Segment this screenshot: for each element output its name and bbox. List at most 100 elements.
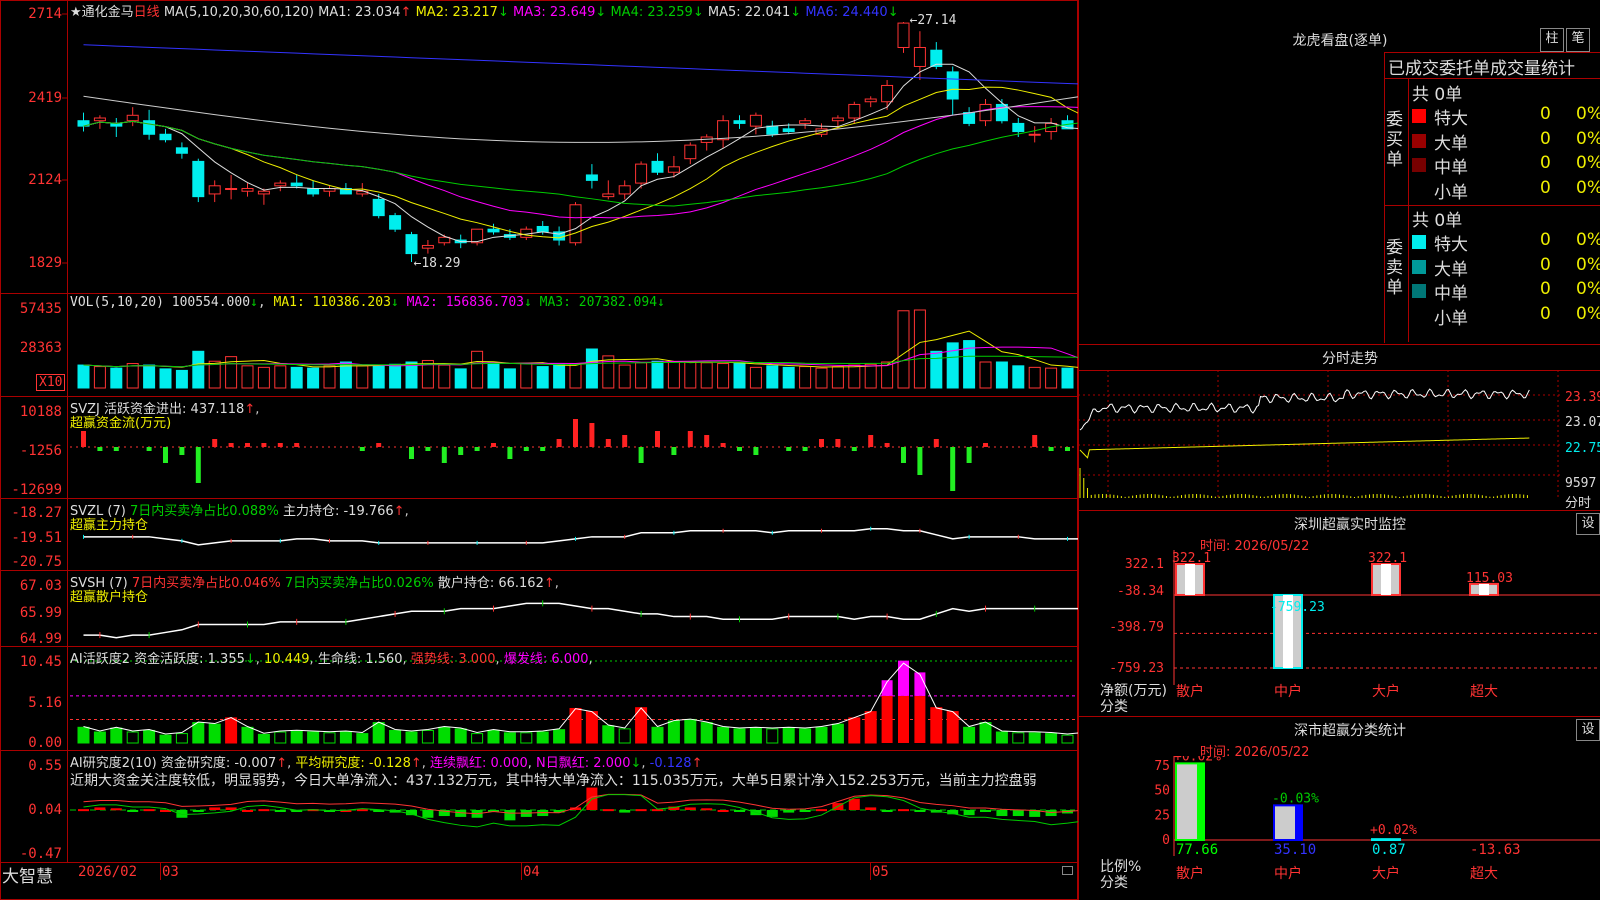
- svzj-bar: [671, 447, 677, 455]
- y-tick-label: -18.27: [11, 505, 62, 521]
- classify-change: +0.02%: [1370, 823, 1417, 838]
- svzj-bar: [638, 447, 644, 463]
- candle: [569, 204, 582, 244]
- candle: [1012, 122, 1025, 133]
- volume-bar: [717, 363, 730, 389]
- svzj-bar: [901, 447, 906, 463]
- classify-value: -13.63: [1470, 842, 1521, 858]
- order-percent: 0%: [1576, 279, 1600, 299]
- svzl-part2: 主力持仓: -19.766: [282, 504, 394, 519]
- candle: [257, 190, 270, 195]
- svzj-bar: [507, 447, 513, 459]
- classify-settings-button[interactable]: 设: [1576, 719, 1600, 741]
- svzj-bar: [146, 447, 152, 451]
- monitor-y-tick: -38.34: [1117, 584, 1164, 599]
- y-tick-label: 65.99: [19, 605, 62, 621]
- stock-name[interactable]: 通化金马: [82, 5, 134, 20]
- candle: [536, 225, 549, 233]
- ai-active-bar: [438, 726, 451, 744]
- candle: [733, 120, 746, 124]
- svzj-bar: [950, 447, 956, 491]
- bar-mode-button[interactable]: 柱: [1540, 28, 1564, 52]
- x-label-2: 04: [523, 864, 540, 880]
- sell-total: 共 0单: [1412, 211, 1463, 231]
- candle: [782, 128, 795, 133]
- classify-change: -0.03%: [1272, 791, 1319, 806]
- classify-y-tick: 50: [1154, 784, 1170, 799]
- ai-active-bar: [520, 732, 533, 744]
- ai-research-arrow2: ↑: [410, 756, 422, 771]
- tick-mode-button[interactable]: 笔: [1566, 28, 1590, 52]
- svzj-bar: [720, 443, 726, 447]
- ai-research-bar: [963, 810, 975, 816]
- volume-bar: [159, 368, 172, 389]
- candle: [717, 120, 730, 141]
- volume-bar: [733, 363, 746, 389]
- vol-value: 100554.000: [171, 295, 251, 310]
- ai-active-bar: [618, 728, 631, 744]
- ai-research-bar: [258, 809, 270, 812]
- volume-bar: [323, 365, 336, 389]
- svzj-bar: [261, 443, 267, 447]
- ma-legend-arrow: ↓: [790, 5, 802, 20]
- volume-bar: [700, 362, 713, 389]
- order-count: 0: [1540, 104, 1551, 124]
- volume-bar: [1028, 366, 1041, 389]
- y-tick-label: 2714: [28, 6, 62, 22]
- classify-category: 超大: [1470, 866, 1498, 882]
- candle: [274, 182, 287, 187]
- ai-research-arrow: ↑: [276, 756, 288, 771]
- candle: [963, 112, 976, 124]
- ai-active-bar: [815, 726, 828, 744]
- dragon-header: 已成交委托单成交量统计: [1388, 59, 1575, 79]
- svzj-bar: [1032, 435, 1038, 447]
- divider: [1408, 78, 1409, 342]
- sell-orders-label: 委卖单: [1386, 238, 1403, 298]
- svzj-bar: [884, 443, 890, 447]
- intraday-vol-unit: 分时: [1565, 496, 1592, 511]
- star-icon[interactable]: ★: [70, 5, 82, 20]
- order-type-label: 小单: [1434, 182, 1468, 203]
- candle: [749, 114, 762, 127]
- svzj-bar: [655, 431, 660, 447]
- svzj-bar: [819, 439, 824, 447]
- ma-legend: MA1: 23.034↑ MA2: 23.217↓ MA3: 23.649↓ M…: [318, 5, 898, 20]
- volume-bar: [126, 363, 139, 389]
- svzj-bar: [540, 447, 546, 451]
- candle: [241, 188, 254, 192]
- volume-bar: [536, 366, 549, 389]
- ai-active-bar: [454, 728, 467, 744]
- order-count: 0: [1540, 128, 1551, 149]
- order-percent: 0%: [1576, 104, 1600, 124]
- monitor-category: 超大: [1470, 684, 1498, 700]
- classify-bar-accent: [1197, 763, 1203, 840]
- ai-active-bar: [864, 711, 877, 744]
- candle: [831, 117, 844, 122]
- intraday-chart[interactable]: [1078, 370, 1600, 510]
- y-tick-label: 1829: [28, 255, 62, 271]
- ai-active-bar: [192, 722, 205, 744]
- ai-research-bar: [701, 808, 713, 811]
- volume-bar: [389, 363, 402, 389]
- vol-header: VOL(5,10,20) 100554.000↓, MA1: 110386.20…: [70, 295, 665, 310]
- svzj-bar: [966, 447, 972, 463]
- ma-legend-item: MA4: 23.259: [610, 5, 693, 20]
- svzj-bar: [474, 447, 480, 451]
- ai-active-bar: [651, 726, 664, 744]
- volume-bar: [175, 369, 188, 389]
- svzj-bar: [605, 439, 611, 447]
- svzj-bar: [786, 447, 792, 451]
- ai-active-bar: [700, 722, 713, 744]
- x-label-0: 2026/02: [78, 864, 138, 880]
- ai-active-bar: [1012, 732, 1025, 744]
- candle: [684, 144, 697, 160]
- volume-bar: [257, 366, 270, 389]
- monitor-settings-button[interactable]: 设: [1576, 513, 1600, 535]
- svsh-arrow: ↑: [543, 576, 555, 591]
- svzj-bar: [277, 443, 283, 447]
- period-label[interactable]: 日线: [134, 5, 160, 20]
- svzj-bar: [359, 447, 365, 451]
- lock-icon[interactable]: [1062, 866, 1073, 875]
- order-type-label: 特大: [1434, 235, 1468, 255]
- svzj-bar: [753, 447, 759, 455]
